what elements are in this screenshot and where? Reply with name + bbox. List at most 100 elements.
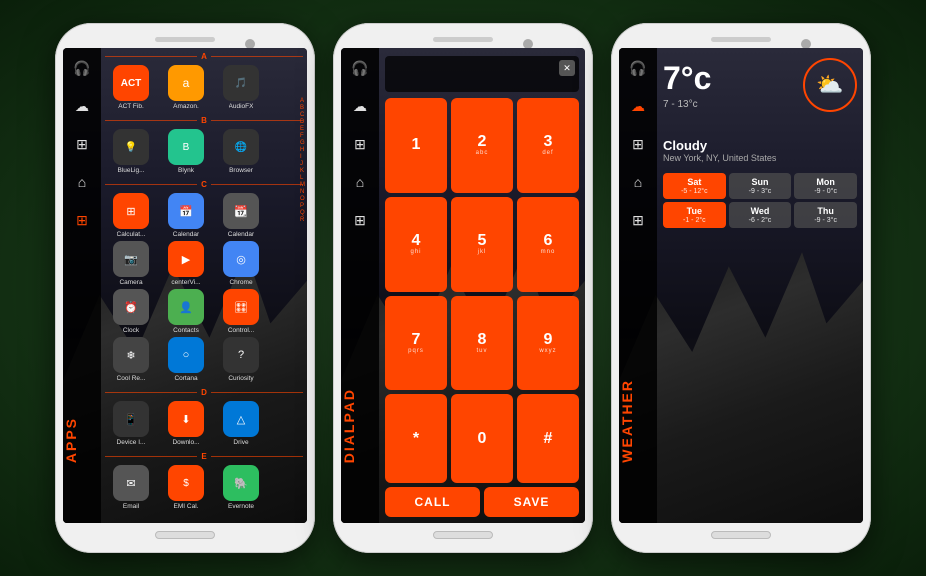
app-icon-actfib: ACT xyxy=(113,65,149,101)
dial-actions: CALL SAVE xyxy=(385,487,579,517)
forecast-sat[interactable]: Sat -5 - 12°c xyxy=(663,173,726,199)
app-evernote[interactable]: 🐘 Evernote xyxy=(215,465,267,510)
sidebar-icon-grid2-2[interactable]: ⊞ xyxy=(348,208,372,232)
app-centervid[interactable]: ▶ centerVi... xyxy=(160,241,212,286)
sidebar-icon-cloud[interactable]: ☁ xyxy=(70,94,94,118)
app-camera[interactable]: 📷 Camera xyxy=(105,241,157,286)
home-bar-2[interactable] xyxy=(433,531,493,539)
dial-key-7[interactable]: 7 pqrs xyxy=(385,296,447,391)
sidebar-icon-home-3[interactable]: ⌂ xyxy=(626,170,650,194)
sidebar-icon-grid2[interactable]: ⊞ xyxy=(70,208,94,232)
dial-sub-8: tuv xyxy=(476,348,487,354)
section-a-header: A xyxy=(101,48,307,61)
dial-num-9: 9 xyxy=(544,332,553,348)
app-control[interactable]: 🎛 Control... xyxy=(215,289,267,334)
sidebar-icon-home[interactable]: ⌂ xyxy=(70,170,94,194)
app-blynk[interactable]: B Blynk xyxy=(160,129,212,174)
app-emical[interactable]: $ EMI Cal. xyxy=(160,465,212,510)
sidebar-icon-grid-3[interactable]: ⊞ xyxy=(626,132,650,156)
day-temp-wed: -6 - 2°c xyxy=(749,217,772,224)
sidebar-icon-grid[interactable]: ⊞ xyxy=(70,132,94,156)
app-downloads[interactable]: ⬇ Downlo... xyxy=(160,401,212,446)
app-calendar2[interactable]: 📆 Calendar xyxy=(215,193,267,238)
dial-key-0[interactable]: 0 xyxy=(451,394,513,483)
app-icon-email: ✉ xyxy=(113,465,149,501)
sidebar-icon-cloud-2[interactable]: ☁ xyxy=(348,94,372,118)
app-bluelight[interactable]: 💡 BlueLig... xyxy=(105,129,157,174)
app-label-contacts: Contacts xyxy=(173,327,199,334)
dial-key-2[interactable]: 2 abc xyxy=(451,98,513,193)
day-name-thu: Thu xyxy=(817,206,834,216)
forecast-wed[interactable]: Wed -6 - 2°c xyxy=(729,202,792,228)
app-email[interactable]: ✉ Email xyxy=(105,465,157,510)
app-calendar[interactable]: 📅 Calendar xyxy=(160,193,212,238)
app-coolre[interactable]: ❄ Cool Re... xyxy=(105,337,157,382)
app-icon-bluelight: 💡 xyxy=(113,129,149,165)
app-curiosity[interactable]: ? Curiosity xyxy=(215,337,267,382)
forecast-tue[interactable]: Tue -1 - 2°c xyxy=(663,202,726,228)
app-icon-deviceinfo: 📱 xyxy=(113,401,149,437)
app-label-downloads: Downlo... xyxy=(172,439,199,446)
sidebar-icon-home-2[interactable]: ⌂ xyxy=(348,170,372,194)
home-bar-3[interactable] xyxy=(711,531,771,539)
dial-key-1[interactable]: 1 xyxy=(385,98,447,193)
app-label-control: Control... xyxy=(228,327,254,334)
app-icon-coolre: ❄ xyxy=(113,337,149,373)
dial-key-8[interactable]: 8 tuv xyxy=(451,296,513,391)
sidebar-icon-headphone[interactable]: 🎧 xyxy=(70,56,94,80)
app-contacts[interactable]: 👤 Contacts xyxy=(160,289,212,334)
close-button[interactable]: ✕ xyxy=(559,60,575,76)
dial-key-star[interactable]: * xyxy=(385,394,447,483)
display-area: ✕ xyxy=(385,56,579,92)
app-label-centervid: centerVi... xyxy=(171,279,200,286)
app-actfib[interactable]: ACT ACT Fib. xyxy=(105,65,157,110)
save-button[interactable]: SAVE xyxy=(484,487,579,517)
app-icon-control: 🎛 xyxy=(223,289,259,325)
forecast-sun[interactable]: Sun -9 - 3°c xyxy=(729,173,792,199)
app-chrome[interactable]: ◎ Chrome xyxy=(215,241,267,286)
app-deviceinfo[interactable]: 📱 Device I... xyxy=(105,401,157,446)
dial-sub-7: pqrs xyxy=(408,348,424,354)
dial-key-4[interactable]: 4 ghi xyxy=(385,197,447,292)
sidebar-icon-cloud-3[interactable]: ☁ xyxy=(626,94,650,118)
weather-forecast: Sat -5 - 12°c Sun -9 - 3°c Mon -9 - 0°c … xyxy=(663,173,857,228)
dial-key-hash[interactable]: # xyxy=(517,394,579,483)
dial-num-1: 1 xyxy=(412,137,421,153)
app-audiofx[interactable]: 🎵 AudioFX xyxy=(215,65,267,110)
forecast-thu[interactable]: Thu -9 - 3°c xyxy=(794,202,857,228)
dial-key-6[interactable]: 6 mno xyxy=(517,197,579,292)
day-temp-thu: -9 - 3°c xyxy=(814,217,837,224)
app-amazon[interactable]: a Amazon. xyxy=(160,65,212,110)
sidebar-icon-headphone-2[interactable]: 🎧 xyxy=(348,56,372,80)
app-label-blynk: Blynk xyxy=(178,167,194,174)
dial-num-star: * xyxy=(413,431,419,447)
app-browser[interactable]: 🌐 Browser xyxy=(215,129,267,174)
dial-num-6: 6 xyxy=(544,233,553,249)
dial-num-5: 5 xyxy=(478,233,487,249)
forecast-mon[interactable]: Mon -9 - 0°c xyxy=(794,173,857,199)
save-label: SAVE xyxy=(514,495,550,509)
day-name-sat: Sat xyxy=(687,177,701,187)
app-clock[interactable]: ⏰ Clock xyxy=(105,289,157,334)
home-bar-1[interactable] xyxy=(155,531,215,539)
day-name-sun: Sun xyxy=(751,177,768,187)
app-calculator[interactable]: ⊞ Calculat... xyxy=(105,193,157,238)
app-label-clock: Clock xyxy=(123,327,139,334)
weather-range: 7 - 13°c xyxy=(663,99,711,110)
sidebar-icon-grid-2[interactable]: ⊞ xyxy=(348,132,372,156)
weather-emoji: ⛅ xyxy=(816,72,843,98)
apps-grid-c1: ⊞ Calculat... 📅 Calendar 📆 Calendar 📷 Ca… xyxy=(101,189,307,386)
dial-key-3[interactable]: 3 def xyxy=(517,98,579,193)
dial-sub-3: def xyxy=(542,150,553,156)
apps-grid-a: ACT ACT Fib. a Amazon. 🎵 AudioFX xyxy=(101,61,307,114)
app-drive[interactable]: △ Drive xyxy=(215,401,267,446)
app-icon-blynk: B xyxy=(168,129,204,165)
app-cortana[interactable]: ○ Cortana xyxy=(160,337,212,382)
sidebar-icon-headphone-3[interactable]: 🎧 xyxy=(626,56,650,80)
dial-key-5[interactable]: 5 jkl xyxy=(451,197,513,292)
apps-content: A B C D E F G H I J K L M N O P Q R xyxy=(101,48,307,523)
call-button[interactable]: CALL xyxy=(385,487,480,517)
sidebar-icon-grid2-3[interactable]: ⊞ xyxy=(626,208,650,232)
weather-main: 7°c 7 - 13°c ⛅ xyxy=(663,58,857,112)
dial-key-9[interactable]: 9 wxyz xyxy=(517,296,579,391)
